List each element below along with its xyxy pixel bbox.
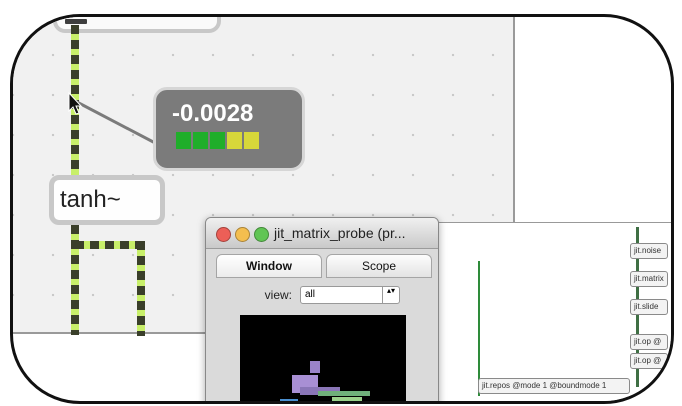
view-select-value: all <box>305 289 316 300</box>
screenshot-frame: tanh~ -0.0028 jit.noise jit.matrix jit.s… <box>10 14 674 404</box>
jitter-object[interactable]: jit.slide <box>630 299 668 315</box>
probe-value: -0.0028 <box>172 100 254 127</box>
jitter-object[interactable]: jit.op @ <box>630 334 668 350</box>
jitter-object[interactable]: jit.matrix <box>630 271 668 287</box>
meter-segment <box>193 132 208 149</box>
mouse-cursor-icon <box>68 91 83 115</box>
zoom-icon[interactable] <box>254 227 269 242</box>
meter-segment <box>176 132 191 149</box>
matrix-probe-window[interactable]: jit_matrix_probe (pr... Window Scope vie… <box>205 217 439 404</box>
signal-patch-cord[interactable] <box>75 241 141 249</box>
signal-probe-bubble: -0.0028 <box>153 87 305 171</box>
tab-bar: Window Scope <box>216 254 432 278</box>
select-stepper-icon[interactable]: ▴▾ <box>382 287 399 303</box>
jitter-object-label: jit.repos @mode 1 @boundmode 1 <box>482 381 607 390</box>
matrix-display <box>240 315 406 404</box>
jitter-object[interactable]: jit.noise <box>630 243 668 259</box>
level-meter <box>176 132 259 149</box>
view-row: view: all ▴▾ <box>226 286 400 304</box>
jitter-object-label: jit.matrix <box>634 274 664 283</box>
jitter-object[interactable]: jit.op @ <box>630 353 668 369</box>
window-title: jit_matrix_probe (pr... <box>274 225 406 241</box>
jitter-object-label: jit.slide <box>634 302 659 311</box>
close-icon[interactable] <box>216 227 231 242</box>
view-select[interactable]: all ▴▾ <box>300 286 400 304</box>
view-label: view: <box>264 288 292 302</box>
matrix-pixel-block <box>280 399 298 401</box>
meter-segment <box>227 132 242 149</box>
jitter-object-label: jit.noise <box>634 246 662 255</box>
tab-window[interactable]: Window <box>216 254 322 278</box>
meter-segment <box>210 132 225 149</box>
jitter-patcher[interactable]: jit.noise jit.matrix jit.slide jit.op @ … <box>433 222 671 401</box>
matrix-patch-cord <box>478 261 480 396</box>
meter-segment <box>244 132 259 149</box>
matrix-pixel-block <box>310 361 320 373</box>
tab-scope[interactable]: Scope <box>326 254 432 278</box>
matrix-pixel-block <box>332 397 362 401</box>
jitter-object-label: jit.op @ <box>634 337 662 346</box>
jitter-object[interactable]: jit.repos @mode 1 @boundmode 1 <box>478 378 630 394</box>
matrix-pixel-block <box>356 403 366 404</box>
minimize-icon[interactable] <box>235 227 250 242</box>
window-titlebar[interactable]: jit_matrix_probe (pr... <box>206 218 438 249</box>
signal-patch-cord[interactable] <box>137 241 145 336</box>
matrix-pixel-block <box>318 391 370 396</box>
jitter-object-label: jit.op @ <box>634 356 662 365</box>
